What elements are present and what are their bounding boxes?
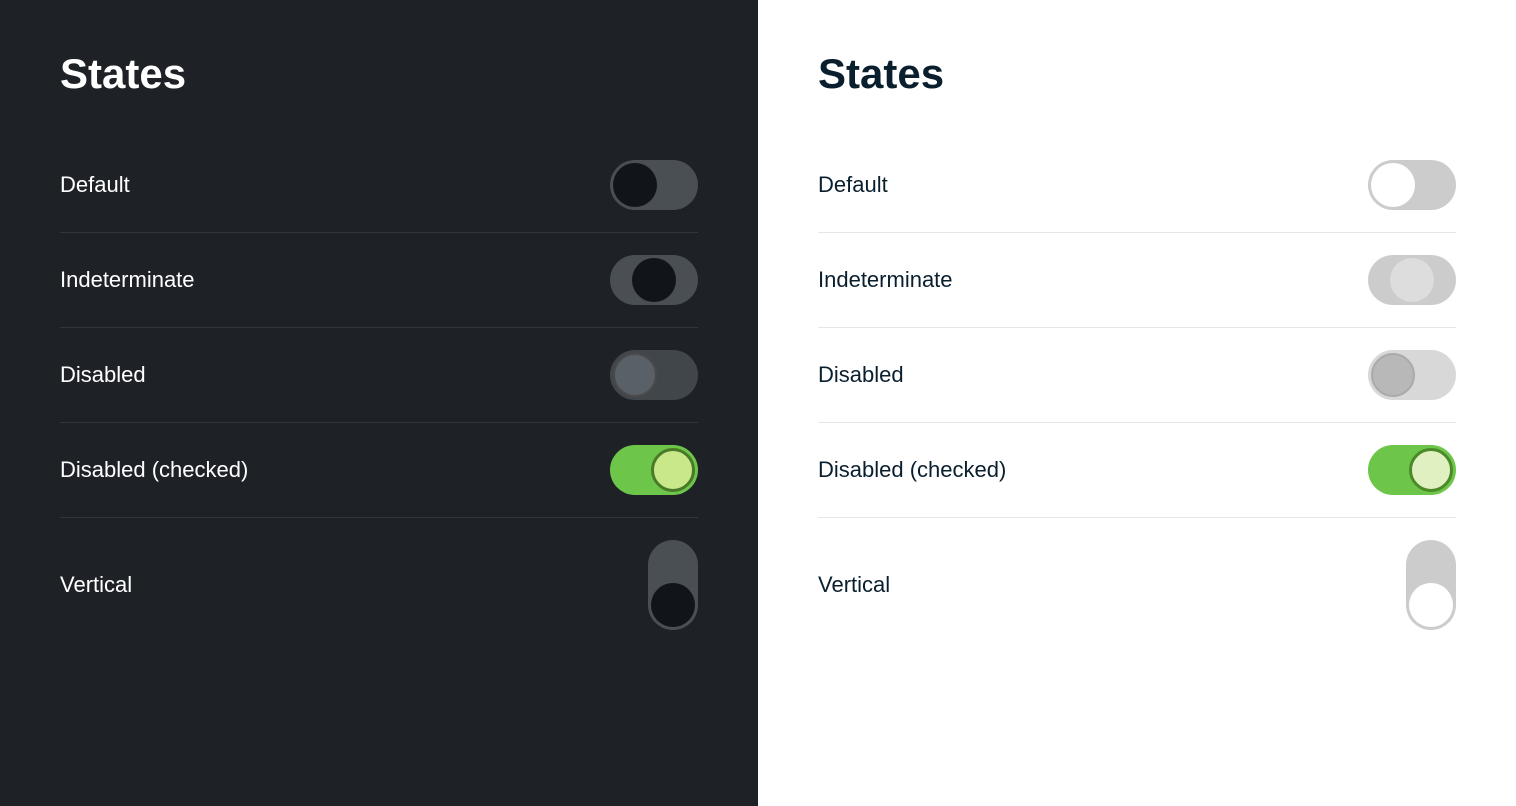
light-disabled-toggle-container [1368,350,1456,400]
dark-default-toggle[interactable] [610,160,698,210]
light-indeterminate-label: Indeterminate [818,267,953,293]
dark-indeterminate-knob [632,258,676,302]
dark-disabled-checked-label: Disabled (checked) [60,457,248,483]
light-panel: States Default Indeterminate Disabled [758,0,1516,806]
dark-vertical-label: Vertical [60,572,132,598]
light-disabled-checked-toggle-container [1368,445,1456,495]
dark-panel: States Default Indeterminate Disabled [0,0,758,806]
dark-default-knob [613,163,657,207]
dark-default-row: Default [60,138,698,232]
dark-vertical-toggle-container [648,540,698,630]
dark-indeterminate-label: Indeterminate [60,267,195,293]
dark-default-label: Default [60,172,130,198]
light-disabled-checked-row: Disabled (checked) [818,423,1456,517]
light-default-row: Default [818,138,1456,232]
dark-disabled-knob [613,353,657,397]
light-disabled-checked-toggle [1368,445,1456,495]
dark-indeterminate-row: Indeterminate [60,233,698,327]
dark-indeterminate-toggle[interactable] [610,255,698,305]
light-vertical-toggle-container [1406,540,1456,630]
light-disabled-toggle [1368,350,1456,400]
light-vertical-toggle[interactable] [1406,540,1456,630]
dark-disabled-row: Disabled [60,328,698,422]
light-default-toggle[interactable] [1368,160,1456,210]
dark-disabled-toggle [610,350,698,400]
dark-disabled-checked-knob [651,448,695,492]
dark-disabled-checked-toggle [610,445,698,495]
light-disabled-knob [1371,353,1415,397]
light-indeterminate-toggle[interactable] [1368,255,1456,305]
light-vertical-label: Vertical [818,572,890,598]
dark-vertical-row: Vertical [60,518,698,652]
dark-vertical-knob [651,583,695,627]
light-panel-title: States [818,50,1456,98]
light-disabled-checked-knob [1409,448,1453,492]
light-vertical-knob [1409,583,1453,627]
dark-indeterminate-toggle-container [610,255,698,305]
dark-disabled-label: Disabled [60,362,146,388]
dark-default-toggle-container [610,160,698,210]
light-disabled-checked-label: Disabled (checked) [818,457,1006,483]
dark-disabled-toggle-container [610,350,698,400]
light-default-toggle-container [1368,160,1456,210]
dark-panel-title: States [60,50,698,98]
light-indeterminate-row: Indeterminate [818,233,1456,327]
light-disabled-row: Disabled [818,328,1456,422]
light-indeterminate-knob [1390,258,1434,302]
light-default-knob [1371,163,1415,207]
light-disabled-label: Disabled [818,362,904,388]
dark-disabled-checked-toggle-container [610,445,698,495]
dark-disabled-checked-row: Disabled (checked) [60,423,698,517]
dark-vertical-toggle[interactable] [648,540,698,630]
light-default-label: Default [818,172,888,198]
light-vertical-row: Vertical [818,518,1456,652]
light-indeterminate-toggle-container [1368,255,1456,305]
